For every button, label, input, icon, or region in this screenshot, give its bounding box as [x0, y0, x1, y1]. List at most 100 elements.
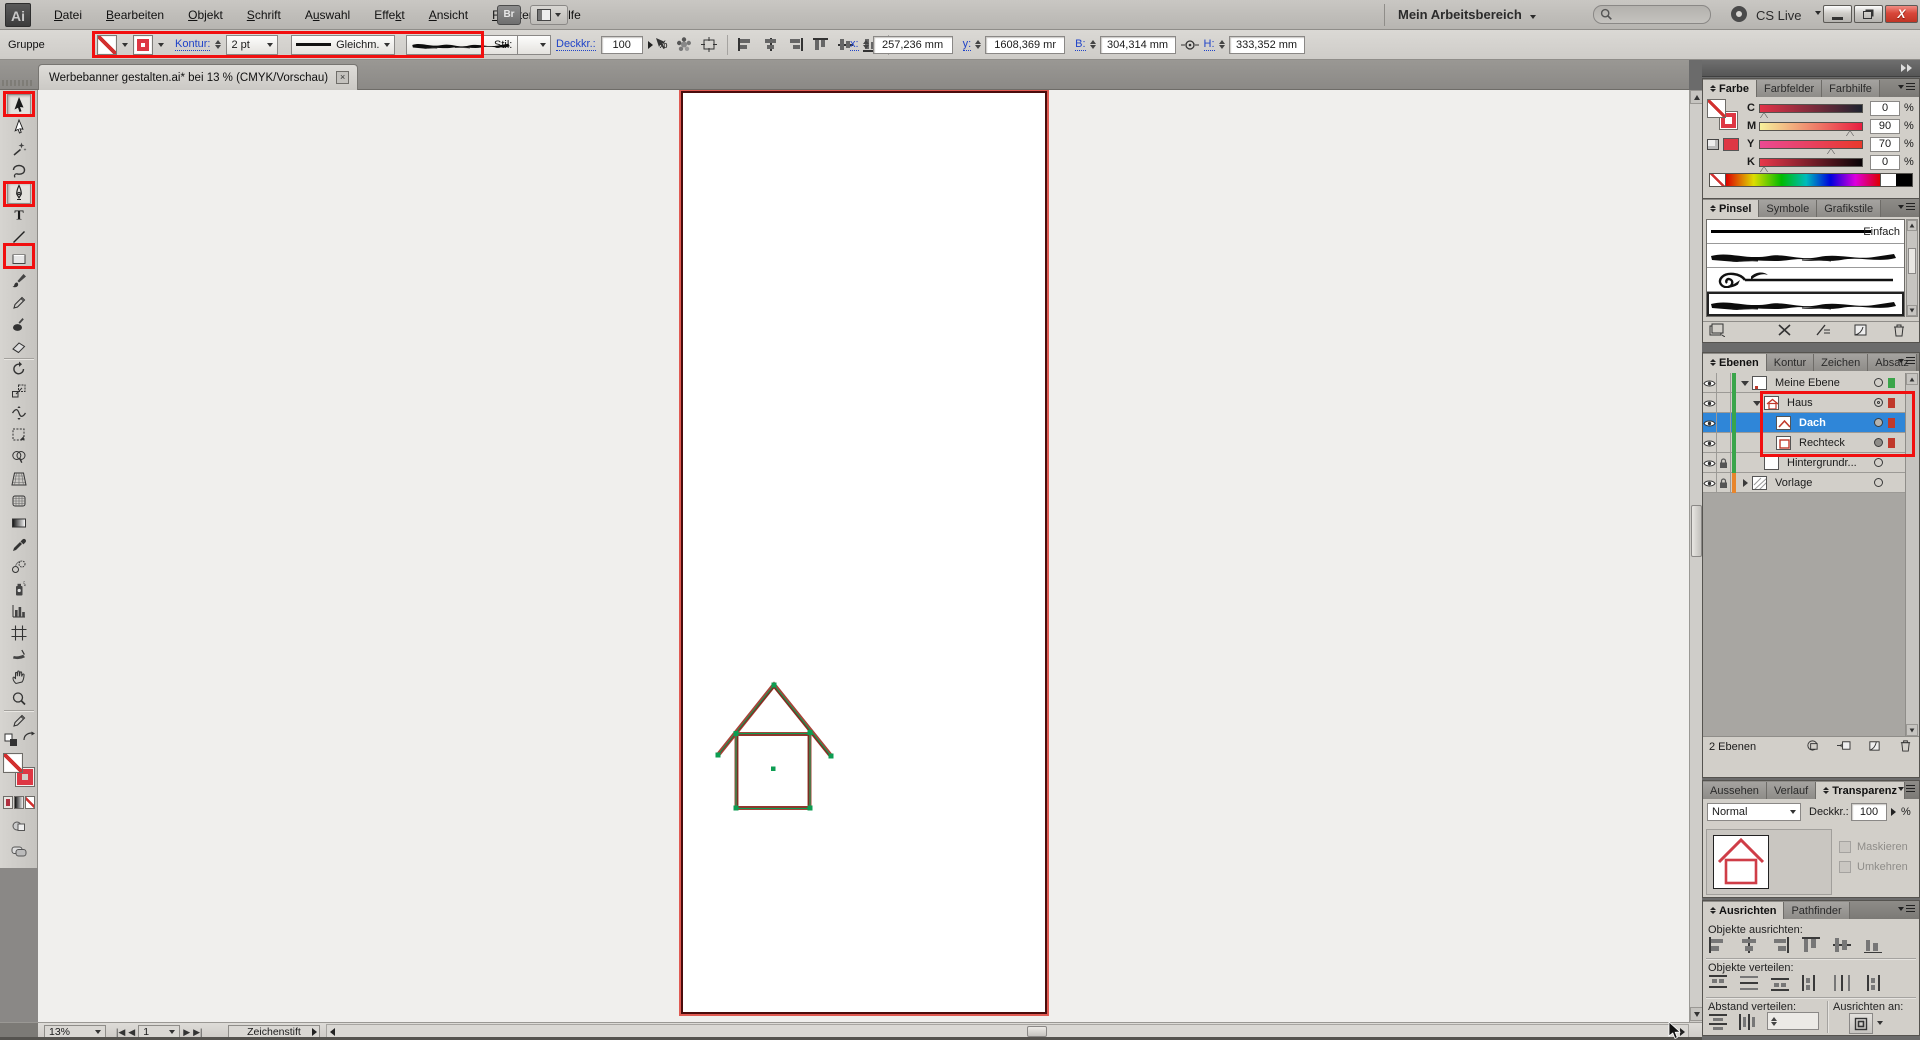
tab-farbfelder[interactable]: Farbfelder	[1757, 80, 1822, 97]
scroll-left-icon[interactable]	[330, 1028, 335, 1036]
lasso-tool[interactable]	[7, 160, 31, 182]
panel-menu-icon[interactable]	[1898, 83, 1915, 90]
delete-layer-icon[interactable]	[1898, 739, 1913, 755]
drawing-modes-button[interactable]	[7, 816, 31, 836]
width-field[interactable]: 304,314 mm	[1100, 36, 1176, 54]
tab-zeichen[interactable]: Zeichen	[1814, 354, 1868, 371]
distribute-left-button[interactable]	[1800, 974, 1822, 992]
lock-toggle[interactable]	[1717, 393, 1731, 413]
cs-live-button[interactable]: CS Live	[1756, 8, 1802, 23]
brush-item[interactable]	[1707, 268, 1904, 292]
spectrum-ramp[interactable]	[1726, 174, 1880, 186]
fill-swatch[interactable]	[1707, 99, 1726, 118]
hand-tool[interactable]	[7, 666, 31, 688]
width-link[interactable]: B:	[1075, 38, 1085, 51]
align-left-button[interactable]	[736, 36, 755, 53]
align-to-button[interactable]	[1849, 1013, 1873, 1034]
none-swatch[interactable]	[1710, 174, 1726, 186]
perspective-grid-tool[interactable]	[7, 468, 31, 490]
lock-toggle[interactable]	[1717, 373, 1731, 393]
free-transform-tool[interactable]	[7, 424, 31, 446]
distribute-center-h-button[interactable]	[1831, 974, 1853, 992]
brush-libraries-icon[interactable]	[1709, 323, 1725, 340]
none-button[interactable]	[25, 796, 35, 809]
clipping-mask-icon[interactable]	[1805, 739, 1820, 755]
menu-effekt[interactable]: Effekt	[364, 4, 414, 26]
tab-pinsel[interactable]: Pinsel	[1703, 200, 1759, 217]
fill-swatch[interactable]	[3, 753, 23, 773]
restore-button[interactable]	[1854, 5, 1883, 23]
screen-mode-button[interactable]	[7, 840, 31, 860]
panel-menu-icon[interactable]	[1898, 357, 1915, 364]
gradient-tool[interactable]	[7, 512, 31, 534]
blend-tool[interactable]	[7, 556, 31, 578]
layer-thumbnail[interactable]	[1764, 393, 1779, 413]
pencil-alt-tool[interactable]	[7, 710, 31, 732]
layer-row-vorlage[interactable]: Vorlage	[1703, 473, 1905, 493]
layer-thumbnail[interactable]	[1776, 413, 1791, 433]
line-segment-tool[interactable]	[7, 226, 31, 248]
target-icon[interactable]	[1874, 398, 1883, 407]
stroke-options-icon[interactable]	[1815, 323, 1831, 340]
arrange-documents-button[interactable]	[530, 5, 568, 25]
visibility-toggle[interactable]	[1703, 473, 1717, 493]
layer-name[interactable]: Dach	[1799, 413, 1826, 433]
tab-grafikstile[interactable]: Grafikstile	[1817, 200, 1881, 217]
collapse-dock-icon[interactable]	[1900, 64, 1912, 72]
tab-aussehen[interactable]: Aussehen	[1703, 782, 1767, 799]
slider-thumb[interactable]	[1760, 167, 1768, 173]
tab-ausrichten[interactable]: Ausrichten	[1703, 902, 1784, 919]
new-brush-icon[interactable]	[1853, 323, 1869, 340]
channel-value-field[interactable]: 0	[1870, 155, 1900, 170]
shape-builder-tool[interactable]	[7, 446, 31, 468]
stroke-color-swatch[interactable]	[97, 35, 117, 55]
pen-tool[interactable]	[7, 182, 31, 204]
magic-wand-tool[interactable]	[7, 138, 31, 160]
stroke-weight-link[interactable]: Kontur:	[175, 38, 210, 51]
tab-verlauf[interactable]: Verlauf	[1767, 782, 1816, 799]
tab-kontur[interactable]: Kontur	[1767, 354, 1814, 371]
stroke-profile-select[interactable]: Gleichm.	[291, 35, 395, 55]
y-link[interactable]: y:	[963, 38, 972, 51]
distribute-space-h-button[interactable]	[1738, 1013, 1760, 1031]
color-spectrum[interactable]	[1709, 173, 1913, 187]
channel-value-field[interactable]: 90	[1870, 119, 1900, 134]
delete-brush-icon[interactable]	[1891, 323, 1907, 340]
panel-menu-icon[interactable]	[1898, 905, 1915, 912]
align-center-h-button[interactable]	[1738, 936, 1760, 954]
distribute-top-button[interactable]	[1707, 974, 1729, 992]
menu-bearbeiten[interactable]: Bearbeiten	[96, 4, 174, 26]
stroke-weight-select[interactable]: 2 pt	[226, 35, 278, 55]
height-link[interactable]: H:	[1204, 38, 1215, 51]
white-swatch[interactable]	[1880, 174, 1896, 186]
zoom-tool[interactable]	[7, 688, 31, 710]
status-menu-icon[interactable]	[312, 1028, 317, 1036]
lock-toggle[interactable]	[1717, 433, 1731, 453]
channel-value-field[interactable]: 0	[1870, 101, 1900, 116]
horizontal-scroll-thumb[interactable]	[1027, 1026, 1047, 1037]
gradient-button[interactable]	[14, 796, 24, 809]
artboard-tool[interactable]	[7, 622, 31, 644]
layer-name[interactable]: Hintergrundr...	[1787, 453, 1857, 473]
spacing-value-field[interactable]	[1767, 1012, 1819, 1030]
mesh-tool[interactable]	[7, 490, 31, 512]
recolor-artwork-button[interactable]	[675, 36, 694, 53]
lock-toggle[interactable]	[1717, 453, 1731, 473]
channel-slider[interactable]	[1759, 122, 1863, 131]
distribute-space-v-button[interactable]	[1707, 1013, 1729, 1031]
chevron-down-icon[interactable]	[122, 43, 128, 47]
lock-toggle[interactable]	[1717, 413, 1731, 433]
brush-item[interactable]	[1707, 292, 1904, 316]
opacity-field[interactable]: 100	[601, 36, 643, 54]
x-link[interactable]: x:	[850, 38, 859, 51]
layer-thumbnail[interactable]	[1764, 453, 1779, 473]
remove-brush-stroke-icon[interactable]	[1777, 323, 1793, 340]
stroke-weight-stepper[interactable]	[215, 40, 221, 49]
out-of-gamut-icon[interactable]	[1707, 139, 1719, 150]
tab-ebenen[interactable]: Ebenen	[1703, 354, 1767, 371]
height-field[interactable]: 333,352 mm	[1229, 36, 1305, 54]
maskieren-checkbox[interactable]	[1839, 841, 1851, 853]
target-icon[interactable]	[1874, 458, 1883, 467]
channel-slider[interactable]	[1759, 158, 1863, 167]
style-select[interactable]	[517, 35, 551, 55]
